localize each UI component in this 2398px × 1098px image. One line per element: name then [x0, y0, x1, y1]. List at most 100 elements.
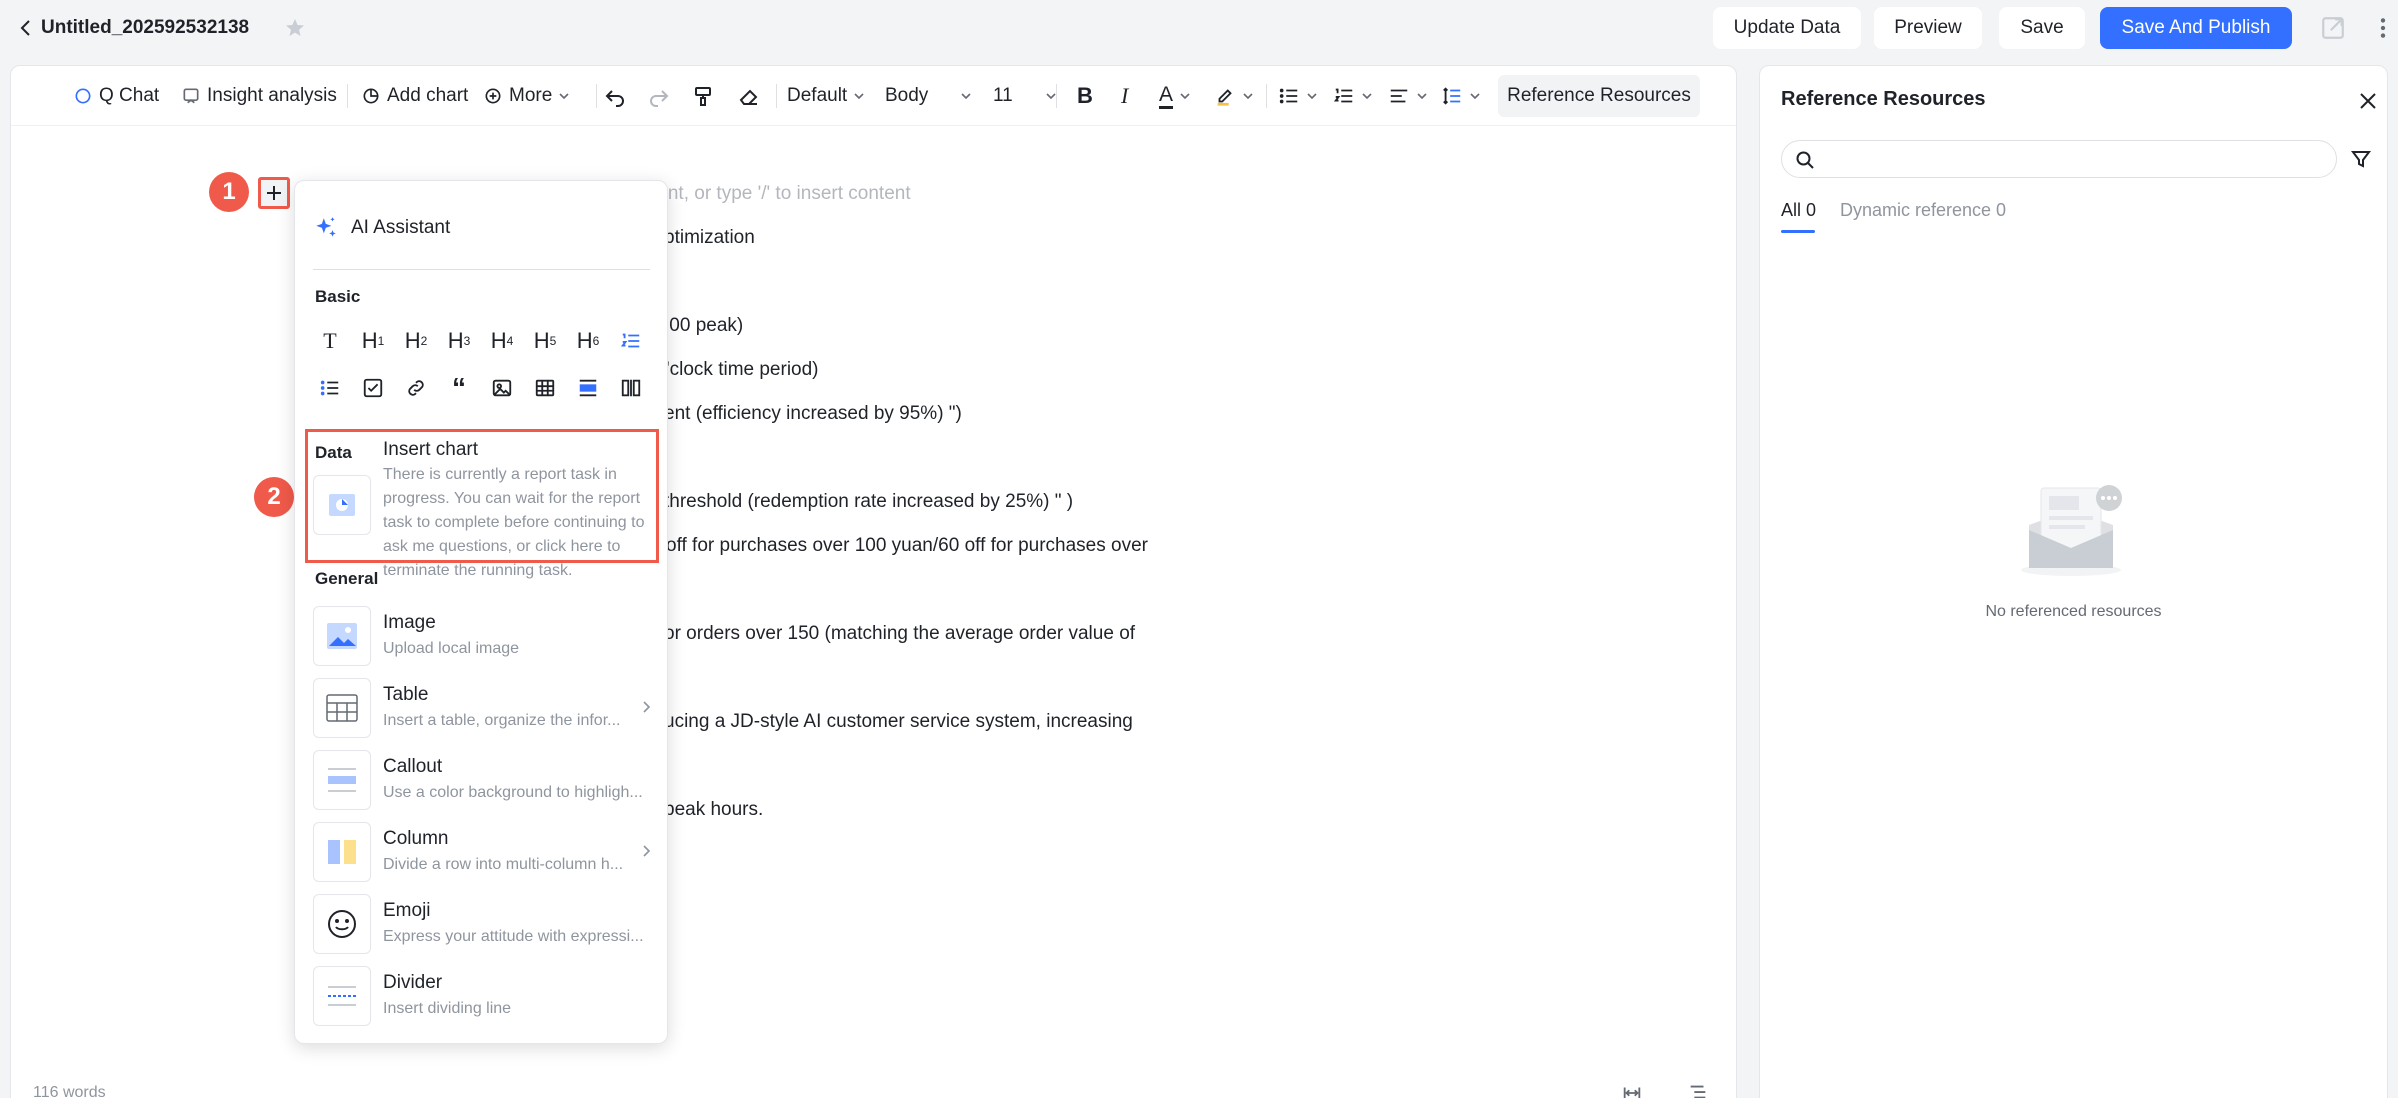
q-chat-label: Q Chat	[99, 85, 160, 106]
callout-icon	[328, 768, 356, 792]
tab-all[interactable]: All 0	[1781, 200, 1816, 221]
item-desc: Use a color background to highligh...	[383, 784, 643, 801]
content-line[interactable]: off for purchases over 100 yuan/60 off f…	[666, 533, 1148, 559]
align-button[interactable]	[1388, 80, 1428, 112]
width-toggle-icon[interactable]	[1621, 1082, 1643, 1098]
font-color-button[interactable]: A	[1159, 80, 1191, 112]
filter-icon[interactable]	[2350, 148, 2372, 170]
table-icon[interactable]	[530, 373, 560, 403]
quote-icon[interactable]: “	[444, 372, 474, 403]
column-icon[interactable]	[616, 373, 646, 403]
outline-icon[interactable]	[1687, 1082, 1709, 1098]
menu-item-column[interactable]: Column Divide a row into multi-column h.…	[313, 822, 653, 884]
toolbar-divider	[1266, 84, 1267, 108]
q-chat-button[interactable]: Q Chat	[73, 80, 159, 112]
step-badge-1: 1	[209, 172, 249, 212]
menu-item-divider[interactable]: Divider Insert dividing line	[313, 966, 653, 1028]
menu-item-table[interactable]: Table Insert a table, organize the infor…	[313, 678, 653, 740]
heading-4-icon[interactable]: H4	[487, 326, 517, 356]
toolbar-divider	[776, 84, 777, 108]
item-desc: Insert a table, organize the infor...	[383, 712, 621, 729]
ordered-list-icon[interactable]	[616, 326, 646, 356]
table-thumb	[313, 678, 371, 738]
style-select[interactable]: Default	[787, 80, 865, 112]
text-style-select[interactable]: Body	[885, 80, 972, 112]
content-line[interactable]: 'clock time period)	[666, 357, 819, 383]
heading-5-icon[interactable]: H5	[530, 326, 560, 356]
plus-icon	[267, 186, 281, 200]
italic-icon[interactable]: I	[1121, 80, 1128, 112]
chevron-down-icon	[854, 93, 864, 100]
menu-item-emoji[interactable]: Emoji Express your attitude with express…	[313, 894, 653, 956]
toolbar-divider	[347, 84, 348, 108]
ai-assistant-item[interactable]: AI Assistant	[313, 215, 450, 241]
update-data-button[interactable]: Update Data	[1713, 7, 1861, 49]
line-spacing-button[interactable]	[1441, 80, 1481, 112]
back-icon[interactable]	[14, 16, 38, 40]
add-chart-button[interactable]: Add chart	[361, 80, 468, 112]
redo-icon[interactable]	[647, 80, 671, 112]
image-icon[interactable]	[487, 373, 517, 403]
font-color-icon: A	[1159, 83, 1174, 109]
preview-button[interactable]: Preview	[1874, 7, 1982, 49]
content-line[interactable]: ucing a JD-style AI customer service sys…	[664, 709, 1133, 735]
bullet-list-button[interactable]	[1278, 80, 1318, 112]
save-and-publish-button[interactable]: Save And Publish	[2100, 7, 2292, 49]
more-button[interactable]: More	[483, 80, 570, 112]
menu-item-image[interactable]: Image Upload local image	[313, 606, 653, 668]
share-icon[interactable]	[2320, 15, 2346, 41]
content-line[interactable]: ent (efficiency increased by 95%) ")	[664, 401, 962, 427]
tab-dynamic-reference[interactable]: Dynamic reference 0	[1840, 200, 2006, 221]
document-title[interactable]: Untitled_202592532138	[41, 15, 249, 41]
format-painter-icon[interactable]	[691, 80, 715, 112]
heading-3-icon[interactable]: H3	[444, 326, 474, 356]
heading-1-icon[interactable]: H1	[358, 326, 388, 356]
chevron-down-icon	[1417, 93, 1427, 100]
content-line[interactable]: :00 peak)	[664, 313, 743, 339]
text-icon[interactable]: T	[315, 326, 345, 356]
eraser-icon[interactable]	[737, 80, 761, 112]
insight-analysis-button[interactable]: Insight analysis	[181, 80, 337, 112]
heading-6-icon[interactable]: H6	[573, 326, 603, 356]
line-spacing-icon	[1443, 87, 1461, 105]
step-badge-2: 2	[254, 477, 294, 517]
reference-resources-button[interactable]: Reference Resources	[1498, 75, 1700, 117]
chevron-right-icon	[643, 701, 651, 713]
close-icon[interactable]	[2357, 90, 2379, 112]
highlight-button[interactable]	[1214, 80, 1254, 112]
search-box[interactable]	[1781, 140, 2337, 178]
chevron-down-icon	[559, 93, 569, 100]
font-size-select[interactable]: 11	[993, 80, 1057, 112]
divider-icon	[328, 986, 356, 1006]
more-label: More	[509, 85, 553, 106]
callout-icon[interactable]	[573, 373, 603, 403]
item-title: Emoji	[383, 900, 431, 921]
heading-2-icon[interactable]: H2	[401, 326, 431, 356]
column-icon	[328, 840, 356, 864]
checkbox-icon[interactable]	[358, 373, 388, 403]
emoji-icon	[328, 910, 356, 938]
content-line[interactable]: peak hours.	[664, 797, 763, 823]
undo-icon[interactable]	[603, 80, 627, 112]
link-icon[interactable]	[401, 373, 431, 403]
content-line[interactable]: or orders over 150 (matching the average…	[664, 621, 1135, 647]
insert-chart-highlight[interactable]	[305, 429, 659, 563]
chat-icon	[75, 88, 91, 104]
block-insert-plus-button[interactable]	[258, 177, 290, 209]
content-line[interactable]: ptimization	[664, 225, 755, 251]
bullet-list-icon[interactable]	[315, 373, 345, 403]
menu-item-callout[interactable]: Callout Use a color background to highli…	[313, 750, 653, 812]
save-button[interactable]: Save	[1999, 7, 2085, 49]
search-input[interactable]	[1822, 147, 2322, 171]
star-icon[interactable]	[283, 16, 307, 40]
ordered-list-button[interactable]	[1333, 80, 1373, 112]
content-line[interactable]: threshold (redemption rate increased by …	[664, 489, 1073, 515]
insert-menu: AI Assistant Basic T H1 H2 H3 H4 H5 H6 “…	[294, 180, 668, 1044]
plus-circle-icon	[485, 88, 501, 104]
item-title: Image	[383, 612, 436, 633]
bold-icon[interactable]: B	[1077, 80, 1093, 112]
word-count: 116 words	[33, 1084, 106, 1098]
menu-divider	[313, 269, 650, 270]
more-vertical-icon[interactable]	[2370, 15, 2396, 41]
editor-placeholder[interactable]: tant, or type '/' to insert content	[652, 181, 911, 207]
